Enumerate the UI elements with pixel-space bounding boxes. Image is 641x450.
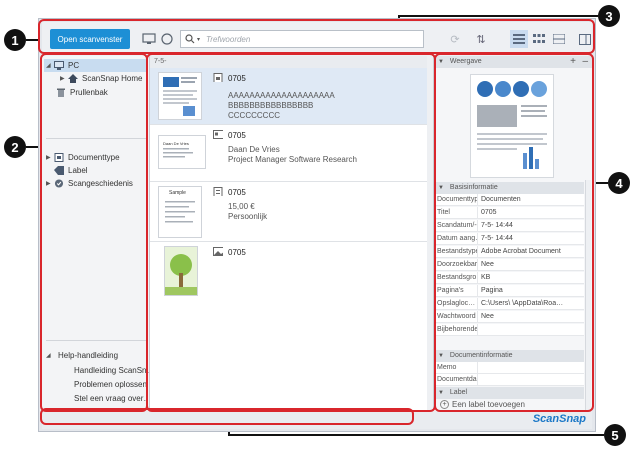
- highlight-details: [434, 53, 594, 412]
- highlight-list: [146, 53, 436, 412]
- callout-2: 2: [4, 136, 26, 158]
- callout-3-line: [398, 15, 598, 17]
- highlight-toolbar: [38, 19, 595, 54]
- highlight-statusbar: [40, 408, 414, 425]
- callout-1: 1: [4, 29, 26, 51]
- callout-4: 4: [608, 172, 630, 194]
- highlight-navigation: [40, 53, 148, 412]
- callout-3: 3: [598, 5, 620, 27]
- callout-5: 5: [604, 424, 626, 446]
- callout-4-line: [594, 182, 608, 184]
- scansnap-logo: ScanSnap: [532, 413, 586, 425]
- callout-5-line: [228, 434, 604, 436]
